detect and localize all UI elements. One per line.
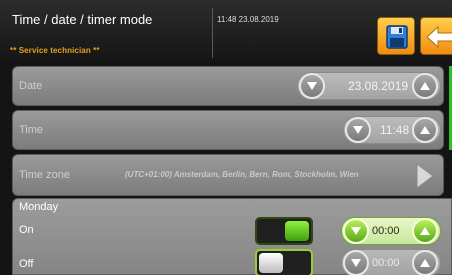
timezone-row[interactable]: Time zone (UTC+01:00) Amsterdam, Berlin,… bbox=[12, 154, 444, 196]
page-title: Time / date / timer mode bbox=[12, 12, 153, 27]
time-label: Time bbox=[19, 124, 44, 136]
time-row: Time 11:48 bbox=[12, 110, 444, 150]
off-time-value: 00:00 bbox=[372, 257, 400, 269]
chevron-down-icon bbox=[351, 227, 361, 235]
on-time-increment-button[interactable] bbox=[412, 218, 438, 244]
on-time-decrement-button[interactable] bbox=[343, 218, 369, 244]
chevron-down-icon bbox=[353, 126, 363, 134]
time-value: 11:48 bbox=[380, 123, 410, 137]
date-increment-button[interactable] bbox=[412, 73, 438, 99]
header-divider bbox=[212, 8, 213, 58]
header-bar: Time / date / timer mode ** Service tech… bbox=[0, 0, 452, 62]
time-value-field: 11:48 bbox=[343, 116, 441, 144]
date-value: 23.08.2019 bbox=[348, 79, 409, 93]
chevron-up-icon bbox=[420, 259, 430, 267]
on-label: On bbox=[19, 224, 34, 236]
date-decrement-button[interactable] bbox=[299, 73, 325, 99]
off-time-field: 00:00 bbox=[341, 249, 441, 275]
current-datetime: 11:48 23.08.2019 bbox=[217, 15, 279, 24]
time-decrement-button[interactable] bbox=[345, 117, 371, 143]
chevron-right-icon[interactable] bbox=[414, 161, 436, 191]
chevron-up-icon bbox=[420, 82, 430, 90]
back-arrow-icon bbox=[426, 25, 452, 49]
floppy-disk-icon bbox=[386, 25, 408, 49]
date-label: Date bbox=[19, 80, 43, 92]
chevron-down-icon bbox=[307, 82, 317, 90]
off-time-increment-button[interactable] bbox=[412, 250, 438, 275]
chevron-up-icon bbox=[420, 126, 430, 134]
date-row: Date 23.08.2019 bbox=[12, 66, 444, 106]
on-time-value: 00:00 bbox=[372, 225, 400, 237]
back-button[interactable] bbox=[420, 17, 452, 55]
on-toggle[interactable] bbox=[255, 217, 313, 245]
off-time-decrement-button[interactable] bbox=[343, 250, 369, 275]
day-title: Monday bbox=[19, 201, 59, 213]
chevron-down-icon bbox=[351, 259, 361, 267]
user-role-label: ** Service technician ** bbox=[10, 46, 100, 55]
chevron-up-icon bbox=[420, 227, 430, 235]
time-increment-button[interactable] bbox=[412, 117, 438, 143]
toggle-knob bbox=[285, 221, 309, 241]
timezone-value: (UTC+01:00) Amsterdam, Berlin, Bern, Rom… bbox=[125, 170, 359, 179]
on-time-field: 00:00 bbox=[341, 217, 441, 245]
date-value-field: 23.08.2019 bbox=[297, 72, 441, 100]
monday-schedule-panel: Monday On 00:00 Off 00:00 bbox=[12, 198, 452, 275]
timezone-label: Time zone bbox=[19, 169, 70, 181]
toggle-knob bbox=[259, 253, 283, 273]
off-toggle[interactable] bbox=[255, 249, 313, 275]
off-label: Off bbox=[19, 258, 34, 270]
save-button[interactable] bbox=[377, 17, 415, 55]
